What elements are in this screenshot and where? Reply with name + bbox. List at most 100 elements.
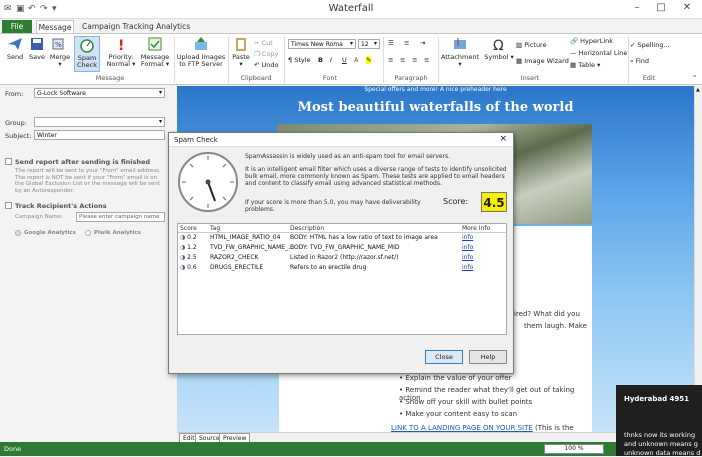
tab-message[interactable]: Message: [36, 20, 74, 34]
group-select[interactable]: ▾: [34, 117, 165, 127]
row-score: ◑ 2.5: [180, 254, 197, 261]
table-row[interactable]: ◑ 0.6 DRUGS_ERECTILE Refers to an erecti…: [178, 264, 506, 273]
style-button[interactable]: ¶ Style: [288, 56, 311, 64]
tab-file[interactable]: File: [2, 20, 32, 34]
horizontal-line-icon: —: [570, 49, 577, 57]
row-tag: DRUGS_ERECTILE: [210, 264, 264, 271]
symbol-button[interactable]: Ω Symbol ▾: [484, 36, 514, 61]
minimize-button[interactable]: –: [628, 2, 646, 17]
copy-button[interactable]: ❐ Copy: [254, 50, 278, 58]
chevron-down-icon: ▾: [158, 118, 162, 125]
piwik-analytics-radio[interactable]: [85, 230, 91, 236]
ribbon: Send Save % Merge ▾ Spam Check ! Priorit…: [0, 33, 702, 85]
bold-button[interactable]: B: [318, 56, 323, 64]
align-center-button[interactable]: ≡: [400, 56, 405, 64]
google-analytics-radio[interactable]: [15, 230, 21, 236]
align-right-button[interactable]: ≡: [412, 56, 417, 64]
from-label: From:: [5, 90, 24, 98]
font-size-select[interactable]: 12 ▾: [358, 39, 380, 49]
email-title: Most beautiful waterfalls of the world: [297, 100, 574, 115]
chevron-down-icon: ▾: [349, 40, 353, 47]
close-button[interactable]: Close: [425, 350, 463, 364]
table-row[interactable]: ◑ 2.5 RAZOR2_CHECK Listed in Razor2 (htt…: [178, 254, 506, 263]
left-panel: From: G-Lock Software ▾ Group: ▾ Subject:…: [0, 86, 172, 442]
table-row[interactable]: ◑ 1.2 TVD_FW_GRAPHIC_NAME_... BODY: TVD_…: [178, 244, 506, 253]
table-button[interactable]: ▦ Table ▾: [570, 61, 600, 69]
indent-button[interactable]: ⇥: [420, 39, 425, 47]
message-format-button[interactable]: Message Format ▾: [140, 36, 170, 68]
paste-button[interactable]: Paste ▾: [230, 36, 252, 68]
column-header-more-info: More Info: [462, 225, 491, 232]
dialog-warning-text: If your score is more than 5.0, you may …: [245, 199, 421, 213]
merge-button[interactable]: % Merge ▾: [48, 36, 72, 68]
scroll-up-icon[interactable]: ▲: [696, 87, 700, 93]
save-button[interactable]: Save: [26, 36, 48, 61]
subject-input[interactable]: Winter: [34, 130, 165, 140]
underline-button[interactable]: U: [342, 56, 347, 64]
bullets-button[interactable]: ☰: [388, 39, 394, 47]
row-status-icon: ◑: [180, 254, 186, 261]
maximize-button[interactable]: □: [652, 2, 670, 17]
numbering-button[interactable]: ≡: [404, 39, 409, 47]
row-status-icon: ◑: [180, 244, 186, 251]
collapse-ribbon-icon[interactable]: ⌃: [692, 74, 697, 82]
upload-images-button[interactable]: Upload Images to FTP Server: [176, 36, 226, 68]
image-wizard-button[interactable]: ▦ Image Wizard: [516, 57, 569, 65]
svg-text:%: %: [55, 41, 62, 49]
spam-check-button[interactable]: Spam Check: [74, 36, 100, 72]
dialog-close-icon[interactable]: ×: [499, 134, 507, 144]
close-window-button[interactable]: ✕: [678, 2, 696, 17]
spelling-button[interactable]: ✓ Spelling...: [630, 41, 670, 49]
upload-icon: [195, 37, 207, 50]
campaign-name-label: Campaign Name:: [15, 214, 63, 220]
justify-button[interactable]: ≡: [424, 56, 429, 64]
paperclip-icon: [454, 38, 466, 49]
ribbon-tabs: File Message Campaign Tracking Analytics: [0, 19, 702, 34]
google-analytics-label: Google Analytics: [24, 230, 76, 236]
picture-icon: ▨: [516, 41, 523, 49]
row-info-link[interactable]: info: [462, 254, 473, 261]
zoom-level[interactable]: 100 %: [544, 444, 604, 454]
send-report-checkbox[interactable]: [5, 158, 12, 165]
undo-icon: ↶: [254, 61, 260, 69]
tab-campaign-tracking[interactable]: Campaign Tracking Analytics: [76, 20, 196, 34]
font-color-button[interactable]: A: [354, 56, 358, 64]
row-status-icon: ◑: [180, 264, 186, 271]
highlight-button[interactable]: ✎: [366, 56, 372, 64]
spam-results-table: Score Tag Description More Info ◑ 0.2 HT…: [177, 223, 507, 335]
help-button[interactable]: Help: [469, 350, 507, 364]
vertical-scrollbar[interactable]: ▲ ▼: [694, 86, 702, 432]
font-name-select[interactable]: Times New Roma ▾: [288, 39, 356, 49]
group-separator: [438, 37, 439, 83]
track-actions-label: Track Recipient's Actions: [15, 202, 107, 210]
undo-button[interactable]: ↶ Undo: [254, 61, 279, 69]
score-label: Score:: [443, 197, 469, 206]
landing-page-link[interactable]: LINK TO A LANDING PAGE ON YOUR SITE: [391, 424, 533, 432]
table-row[interactable]: ◑ 0.2 HTML_IMAGE_RATIO_04 BODY: HTML has…: [178, 234, 506, 243]
cut-button[interactable]: ✂ Cut: [254, 39, 273, 47]
svg-text:Ω: Ω: [493, 38, 504, 52]
chat-notification[interactable]: Hyderabad 4951 thnks now its working and…: [616, 385, 702, 457]
row-tag: RAZOR2_CHECK: [210, 254, 259, 261]
hyperlink-button[interactable]: 🔗 HyperLink: [570, 37, 613, 45]
chevron-down-icon: ▾: [373, 40, 377, 47]
group-separator: [628, 37, 629, 83]
column-header-description: Description: [290, 225, 325, 232]
track-actions-checkbox[interactable]: [5, 202, 12, 209]
find-button[interactable]: ⌕ Find: [630, 57, 649, 66]
group-clipboard-label: Clipboard: [240, 74, 272, 82]
align-left-button[interactable]: ≡: [388, 56, 393, 64]
omega-icon: Ω: [493, 38, 504, 52]
italic-button[interactable]: I: [330, 56, 332, 64]
row-info-link[interactable]: info: [462, 234, 473, 241]
campaign-name-input[interactable]: Please enter campaign name: [76, 212, 165, 222]
attachment-button[interactable]: Attachment ▾: [440, 36, 480, 68]
priority-button[interactable]: ! Priority: Normal ▾: [106, 36, 136, 68]
gauge-icon: [80, 39, 94, 53]
from-select[interactable]: G-Lock Software ▾: [34, 88, 165, 98]
picture-button[interactable]: ▨ Picture: [516, 41, 547, 49]
send-button[interactable]: Send: [4, 36, 26, 61]
horizontal-line-button[interactable]: — Horizontal Line: [570, 49, 627, 57]
row-info-link[interactable]: info: [462, 244, 473, 251]
row-info-link[interactable]: info: [462, 264, 473, 271]
